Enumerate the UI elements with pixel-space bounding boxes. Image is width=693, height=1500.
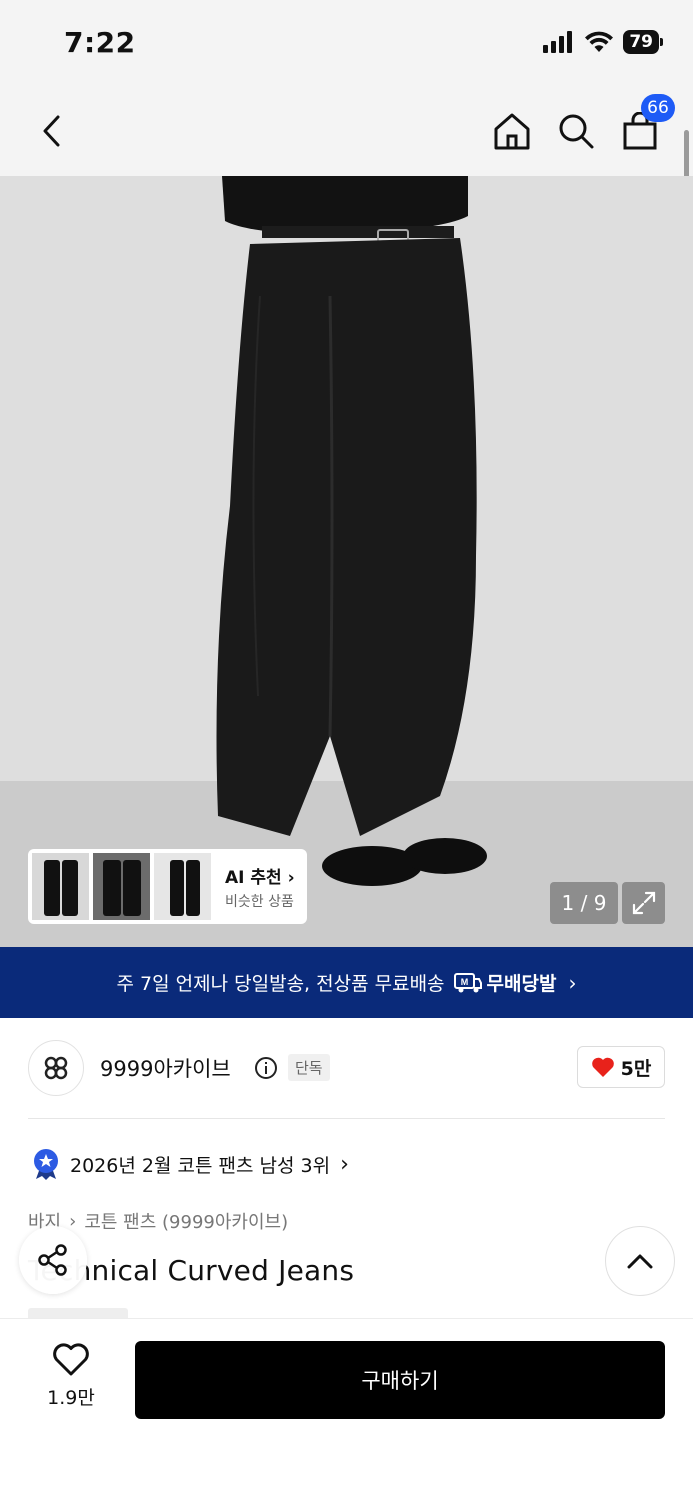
buy-button[interactable]: 구매하기 <box>135 1341 665 1419</box>
back-button[interactable] <box>28 108 74 154</box>
brand-logo[interactable] <box>28 1040 84 1096</box>
chevron-right-icon: › <box>340 1151 349 1177</box>
wifi-icon <box>585 31 614 52</box>
shipping-banner-text: 주 7일 언제나 당일발송, 전상품 무료배송 <box>116 973 445 995</box>
search-icon <box>559 114 594 149</box>
purchase-bar: 1.9만 구매하기 <box>0 1318 693 1500</box>
battery-indicator: 79 <box>623 30 663 54</box>
chevron-up-icon <box>627 1254 653 1269</box>
recommend-thumbnail[interactable] <box>154 853 211 920</box>
scroll-to-top-button[interactable] <box>605 1226 675 1296</box>
chevron-right-icon: › <box>287 867 295 888</box>
exclusive-badge: 단독 <box>288 1054 330 1081</box>
recommend-thumbnail[interactable] <box>93 853 150 920</box>
shipping-brand: M 무배당발 <box>453 969 557 996</box>
chevron-right-icon: › <box>69 1210 77 1232</box>
brand-logo-icon <box>44 1056 68 1080</box>
status-time: 7:22 <box>64 26 136 59</box>
product-photo <box>0 176 693 947</box>
brand-name[interactable]: 9999아카이브 <box>100 1053 231 1083</box>
expand-icon <box>632 891 655 915</box>
ranking-medal-icon <box>34 1149 58 1180</box>
divider <box>28 1118 665 1119</box>
heart-outline-icon <box>53 1343 89 1376</box>
expand-image-button[interactable] <box>622 882 665 924</box>
app-header: 66 <box>0 88 693 176</box>
chevron-left-icon <box>43 115 60 147</box>
image-counter: 1 / 9 <box>550 882 618 924</box>
ranking-text: 2026년 2월 코튼 팬츠 남성 3위 <box>70 1154 331 1177</box>
signal-icon <box>543 31 573 53</box>
info-icon[interactable] <box>254 1056 278 1080</box>
brand-like-count: 5만 <box>620 1057 652 1080</box>
breadcrumb-subcategory[interactable]: 코튼 팬츠 (9999아카이브) <box>84 1208 288 1234</box>
cart-count-badge: 66 <box>641 94 675 122</box>
share-icon <box>38 1244 67 1276</box>
home-button[interactable] <box>489 108 535 154</box>
brand-like-button[interactable]: 5만 <box>577 1046 665 1088</box>
chevron-right-icon: › <box>568 970 577 995</box>
shipping-banner[interactable]: 주 7일 언제나 당일발송, 전상품 무료배송 M 무배당발 › <box>0 947 693 1018</box>
share-button[interactable] <box>19 1226 87 1294</box>
search-button[interactable] <box>553 108 599 154</box>
brand-row: 9999아카이브 단독 5만 <box>28 1040 665 1096</box>
ranking-link[interactable]: 2026년 2월 코튼 팬츠 남성 3위 › <box>32 1148 349 1180</box>
status-icons: 79 <box>543 30 663 54</box>
ai-recommend-subtitle: 비슷한 상품 <box>225 893 294 910</box>
cart-button[interactable]: 66 <box>617 94 675 154</box>
svg-text:M: M <box>460 977 468 987</box>
ai-recommend-panel[interactable]: AI 추천 › 비슷한 상품 <box>28 849 307 924</box>
product-detail-page: 7:22 79 66 AI 추천 › 비슷한 상품 1 / 9 주 7일 언제나… <box>0 0 693 1500</box>
delivery-truck-icon: M <box>453 972 482 992</box>
heart-filled-icon <box>591 1057 614 1077</box>
wishlist-count: 1.9만 <box>47 1387 95 1409</box>
wishlist-button[interactable]: 1.9만 <box>30 1343 112 1410</box>
ai-recommend-text[interactable]: AI 추천 › 비슷한 상품 <box>225 863 295 911</box>
home-icon <box>494 113 530 150</box>
ai-recommend-title: AI 추천 › <box>225 867 295 888</box>
recommend-thumbnail[interactable] <box>32 853 89 920</box>
status-bar: 7:22 79 <box>0 0 693 88</box>
product-image[interactable] <box>0 176 693 947</box>
shipping-brand-label: 무배당발 <box>486 973 557 995</box>
